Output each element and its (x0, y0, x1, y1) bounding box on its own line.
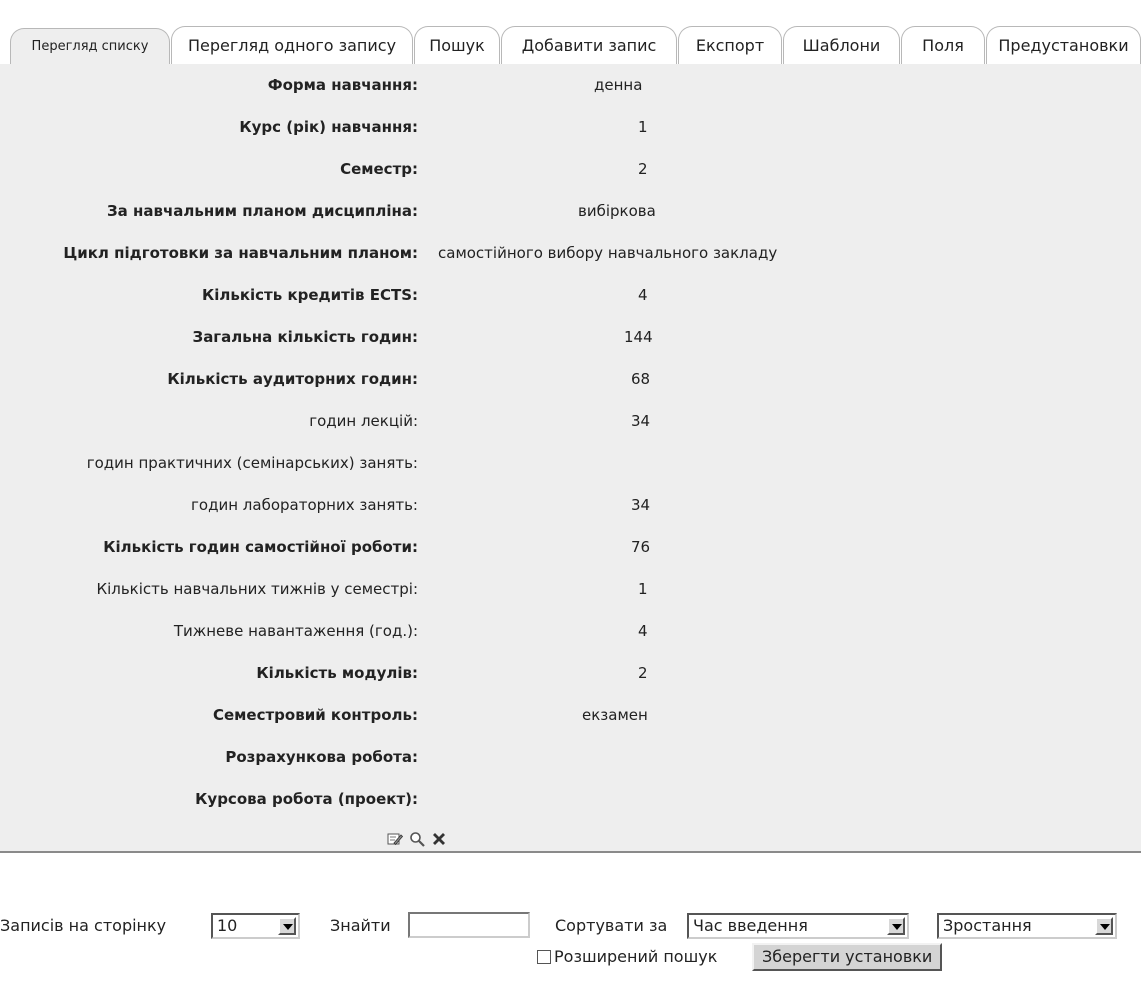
field-value: 34 (631, 496, 651, 514)
field-label: годин лекцій: (309, 412, 418, 430)
tab-presets[interactable]: Предустановки (986, 26, 1141, 64)
field-value: 68 (631, 370, 651, 388)
chevron-down-icon[interactable] (1095, 917, 1113, 935)
field-label: Семестровий контроль: (212, 706, 418, 724)
per-page-select[interactable]: 10 (211, 913, 300, 939)
tab-single-record[interactable]: Перегляд одного запису (171, 26, 413, 64)
field-row: Курс (рік) навчання: 1 (0, 106, 1141, 148)
search-label: Знайти (330, 916, 391, 935)
field-label: Кількість навчальних тижнів у семестрі: (96, 580, 418, 598)
record-actions (387, 830, 447, 848)
field-label: Тижневе навантаження (год.): (173, 622, 418, 640)
field-row: Цикл підготовки за навчальним планом: са… (0, 232, 1141, 274)
tab-export[interactable]: Експорт (678, 26, 782, 64)
field-row: За навчальним планом дисципліна: вибірко… (0, 190, 1141, 232)
field-row: Розрахункова робота: (0, 736, 1141, 778)
per-page-label: Записів на сторінку (0, 916, 167, 935)
field-value: 144 (624, 328, 653, 346)
field-value: 2 (638, 664, 648, 682)
tab-add-record[interactable]: Добавити запис (501, 26, 677, 64)
record-panel: Форма навчання: денна Курс (рік) навчанн… (0, 64, 1141, 851)
field-row: Кількість аудиторних годин: 68 (0, 358, 1141, 400)
field-label: годин практичних (семінарських) занять: (86, 454, 418, 472)
field-label: Кількість годин самостійної роботи: (103, 538, 418, 556)
tab-templates[interactable]: Шаблони (783, 26, 900, 64)
tab-search[interactable]: Пошук (414, 26, 500, 64)
field-row: Семестр: 2 (0, 148, 1141, 190)
field-row: годин практичних (семінарських) занять: (0, 442, 1141, 484)
chevron-down-icon[interactable] (887, 917, 905, 935)
field-value: 34 (631, 412, 651, 430)
field-row: годин лабораторних занять: 34 (0, 484, 1141, 526)
field-row: годин лекцій: 34 (0, 400, 1141, 442)
tab-fields[interactable]: Поля (901, 26, 985, 64)
field-value: денна (594, 76, 643, 94)
save-settings-button[interactable]: Зберегти установки (752, 943, 943, 971)
chevron-down-icon[interactable] (278, 917, 296, 935)
field-value: самостійного вибору навчального закладу (438, 244, 778, 262)
field-row: Курсова робота (проект): (0, 778, 1141, 820)
field-value: 1 (638, 580, 648, 598)
sort-order-value: Зростання (943, 916, 1032, 935)
field-label: Курсова робота (проект): (195, 790, 418, 808)
sort-field-value: Час введення (693, 916, 808, 935)
field-label: Кількість аудиторних годин: (167, 370, 418, 388)
sort-label: Сортувати за (555, 916, 668, 935)
edit-icon[interactable] (387, 831, 404, 847)
per-page-value: 10 (217, 916, 238, 935)
field-label: Форма навчання: (267, 76, 418, 94)
field-row: Тижневе навантаження (год.): 4 (0, 610, 1141, 652)
field-label: Розрахункова робота: (225, 748, 418, 766)
tab-bar: Перегляд списку Перегляд одного запису П… (0, 0, 1141, 64)
field-value: 76 (631, 538, 651, 556)
field-value: екзамен (582, 706, 648, 724)
field-value: вибіркова (578, 202, 656, 220)
field-row: Кількість навчальних тижнів у семестрі: … (0, 568, 1141, 610)
tab-list-view[interactable]: Перегляд списку (10, 28, 170, 64)
field-label: Кількість кредитів ECTS: (201, 286, 418, 304)
field-label: Загальна кількість годин: (192, 328, 418, 346)
field-row: Кількість модулів: 2 (0, 652, 1141, 694)
sort-field-select[interactable]: Час введення (687, 913, 909, 939)
field-value: 1 (638, 118, 648, 136)
sort-order-select[interactable]: Зростання (937, 913, 1117, 939)
divider (0, 851, 1141, 853)
field-value: 2 (638, 160, 648, 178)
field-label: Курс (рік) навчання: (239, 118, 418, 136)
search-input[interactable] (408, 912, 530, 938)
field-row: Кількість кредитів ECTS: 4 (0, 274, 1141, 316)
advanced-search-checkbox[interactable] (537, 950, 551, 964)
delete-icon[interactable] (431, 831, 447, 847)
field-label: Цикл підготовки за навчальним планом: (63, 244, 418, 262)
field-row: Загальна кількість годин: 144 (0, 316, 1141, 358)
field-value: 4 (638, 622, 648, 640)
advanced-search-label: Розширений пошук (554, 947, 718, 966)
field-label: годин лабораторних занять: (191, 496, 418, 514)
field-label: Кількість модулів: (256, 664, 418, 682)
field-row: Семестровий контроль: екзамен (0, 694, 1141, 736)
view-icon[interactable] (409, 831, 425, 847)
field-row: Форма навчання: денна (0, 64, 1141, 106)
field-label: За навчальним планом дисципліна: (107, 202, 418, 220)
field-label: Семестр: (340, 160, 418, 178)
field-value: 4 (638, 286, 648, 304)
field-row: Кількість годин самостійної роботи: 76 (0, 526, 1141, 568)
